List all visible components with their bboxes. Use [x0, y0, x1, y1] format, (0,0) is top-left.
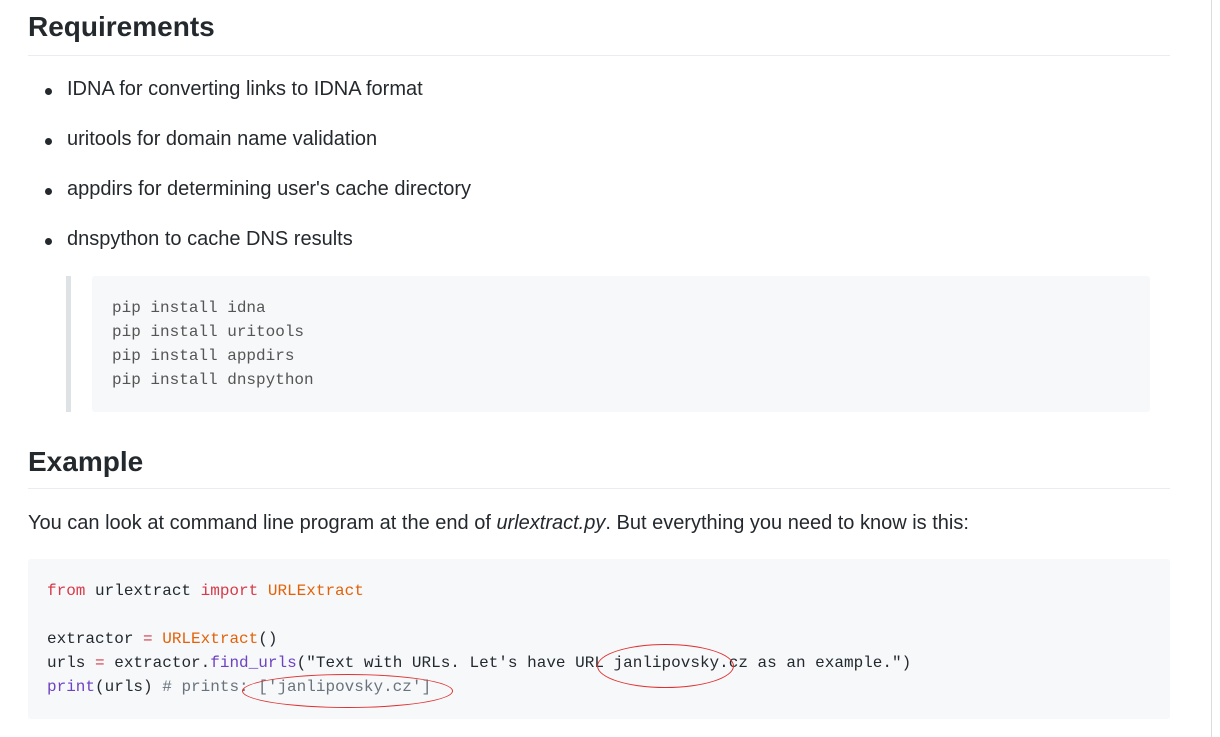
install-code-block[interactable]: pip install idna pip install uritools pi…	[92, 276, 1150, 412]
bullet-icon	[45, 238, 52, 245]
code-line-3: extractor = URLExtract()	[47, 630, 278, 648]
bullet-icon	[45, 138, 52, 145]
code-line: pip install appdirs	[112, 347, 295, 365]
code-line: pip install idna	[112, 299, 266, 317]
example-code-block[interactable]: from urlextract import URLExtract extrac…	[28, 559, 1170, 719]
example-rule	[28, 488, 1170, 489]
bullet-icon	[45, 88, 52, 95]
bullet-icon	[45, 188, 52, 195]
code-line: pip install dnspython	[112, 371, 314, 389]
code-line: pip install uritools	[112, 323, 305, 341]
code-line-1: from urlextract import URLExtract	[47, 582, 364, 600]
requirements-rule	[28, 55, 1170, 56]
example-intro: You can look at command line program at …	[28, 512, 969, 534]
file-name: urlextract.py	[496, 512, 606, 534]
code-line-5: print(urls) # prints: ['janlipovsky.cz']	[47, 678, 432, 696]
requirements-heading: Requirements	[28, 11, 215, 42]
example-heading: Example	[28, 446, 144, 477]
code-line-4: urls = extractor.find_urls("Text with UR…	[47, 654, 912, 672]
blockquote-bar	[66, 276, 71, 412]
scrollbar[interactable]	[1211, 0, 1212, 737]
